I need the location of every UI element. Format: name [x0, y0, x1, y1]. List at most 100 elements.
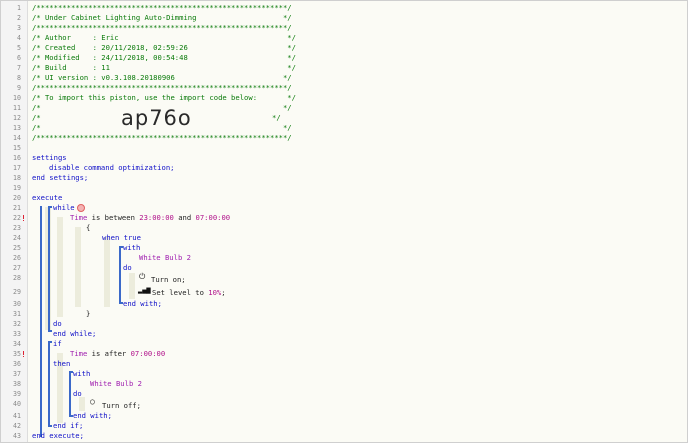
restriction-marker[interactable]	[22, 351, 25, 357]
line-number: 6	[17, 54, 21, 62]
power-icon: ⏻	[139, 272, 146, 281]
end-execute-keyword[interactable]: end execute;	[32, 431, 84, 441]
block-cap	[48, 330, 52, 332]
end-if-keyword[interactable]: end if;	[53, 421, 83, 431]
if-block-line	[48, 341, 50, 427]
indent-shade	[75, 227, 81, 307]
while-condition[interactable]: Time is between 23:00:00 and 07:00:00	[70, 213, 230, 223]
level-value: 10%	[208, 288, 222, 297]
line-number: 18	[13, 174, 21, 182]
block-cap	[48, 206, 52, 208]
with-block-line	[119, 246, 121, 304]
with-keyword[interactable]: with	[123, 243, 140, 253]
line-number: 15	[13, 144, 21, 152]
indent-shade	[129, 273, 135, 299]
line-number: 29	[13, 288, 21, 296]
while-block-line	[48, 206, 50, 332]
line-number: 26	[13, 254, 21, 262]
line-number: 7	[17, 64, 21, 72]
device-white-bulb-2[interactable]: White Bulb 2	[139, 253, 191, 263]
operator-is-between: is between	[87, 213, 140, 222]
line-number: 23	[13, 224, 21, 232]
open-brace: {	[86, 223, 91, 232]
comment-border: /***************************************…	[32, 23, 292, 32]
line-number: 34	[13, 340, 21, 348]
comment-created: /* Created : 20/11/2018, 02:59:26 */	[32, 43, 296, 52]
line-number: 20	[13, 194, 21, 202]
line-number: 1	[17, 4, 21, 12]
line-number: 28	[13, 274, 21, 282]
if-keyword[interactable]: if	[53, 339, 62, 349]
execute-keyword[interactable]: execute	[32, 193, 62, 203]
comment-border: /***************************************…	[32, 3, 292, 12]
operator-and: and	[173, 213, 196, 222]
line-number: 11	[13, 104, 21, 112]
semicolon: ;	[221, 288, 226, 297]
settings-keyword[interactable]: settings	[32, 153, 67, 163]
time-from-value: 23:00:00	[139, 213, 174, 222]
comment-border: /***************************************…	[32, 83, 292, 92]
line-number: 14	[13, 134, 21, 142]
line-number: 10	[13, 94, 21, 102]
operator-is-after: is after	[87, 349, 131, 358]
line-number: 40	[13, 400, 21, 408]
power-off-icon: ○	[90, 397, 95, 406]
comment-blank: /* */	[32, 123, 292, 132]
set-level-label: Set level to	[152, 288, 209, 297]
line-number: 25	[13, 244, 21, 252]
block-cap	[48, 425, 52, 427]
stop-icon	[77, 204, 85, 212]
disable-optimization-setting[interactable]: disable command optimization;	[49, 163, 175, 173]
line-number: 2	[17, 14, 21, 22]
comment-author: /* Author : Eric */	[32, 33, 296, 42]
end-with-keyword[interactable]: end with;	[123, 299, 162, 309]
turn-off-command[interactable]: Turn off;	[102, 401, 141, 411]
if-condition[interactable]: Time is after 07:00:00	[70, 349, 165, 359]
line-number: 32	[13, 320, 21, 328]
comment-build: /* Build : 11 */	[32, 63, 296, 72]
device-white-bulb-2[interactable]: White Bulb 2	[90, 379, 142, 389]
comment-border: /***************************************…	[32, 133, 292, 142]
comment-title: /* Under Cabinet Lighting Auto-Dimming *…	[32, 13, 292, 22]
line-number: 3	[17, 24, 21, 32]
while-keyword[interactable]: while	[53, 203, 75, 213]
comment-import-code-suffix: */	[272, 113, 281, 122]
time-to-value: 07:00:00	[195, 213, 231, 222]
indent-shade	[104, 237, 110, 307]
line-number: 42	[13, 422, 21, 430]
comment-import-note: /* To import this piston, use the import…	[32, 93, 296, 102]
line-number: 38	[13, 380, 21, 388]
time-operand: Time	[70, 349, 88, 358]
line-number: 33	[13, 330, 21, 338]
line-number: 24	[13, 234, 21, 242]
line-number: 39	[13, 390, 21, 398]
indent-shade	[57, 217, 63, 317]
when-true-keyword[interactable]: when true	[102, 233, 141, 243]
piston-code-editor[interactable]: 1 2 3 4 5 6 7 8 9 10 11 12 13 14 15 16 1…	[0, 0, 688, 443]
line-number: 9	[17, 84, 21, 92]
end-with-keyword[interactable]: end with;	[73, 411, 112, 421]
line-number: 21	[13, 204, 21, 212]
time-after-value: 07:00:00	[130, 349, 166, 358]
then-keyword[interactable]: then	[53, 359, 70, 369]
restriction-marker[interactable]	[22, 215, 25, 221]
time-operand: Time	[70, 213, 88, 222]
turn-on-command[interactable]: Turn on;	[151, 275, 186, 285]
line-number: 4	[17, 34, 21, 42]
line-number: 36	[13, 360, 21, 368]
do-keyword[interactable]: do	[123, 263, 132, 273]
end-while-keyword[interactable]: end while;	[53, 329, 96, 339]
do-keyword[interactable]: do	[53, 319, 62, 329]
comment-import-code-prefix: /*	[32, 113, 41, 122]
with-keyword[interactable]: with	[73, 369, 90, 379]
line-number: 16	[13, 154, 21, 162]
do-keyword[interactable]: do	[73, 389, 82, 399]
execute-block-line	[40, 206, 42, 437]
line-number: 27	[13, 264, 21, 272]
with-block-line	[69, 371, 71, 417]
line-number: 31	[13, 310, 21, 318]
signal-bars-icon: ▂▄▆	[138, 286, 151, 294]
end-settings-keyword[interactable]: end settings;	[32, 173, 88, 183]
line-number: 43	[13, 432, 21, 440]
set-level-command[interactable]: Set level to 10%;	[152, 288, 226, 298]
